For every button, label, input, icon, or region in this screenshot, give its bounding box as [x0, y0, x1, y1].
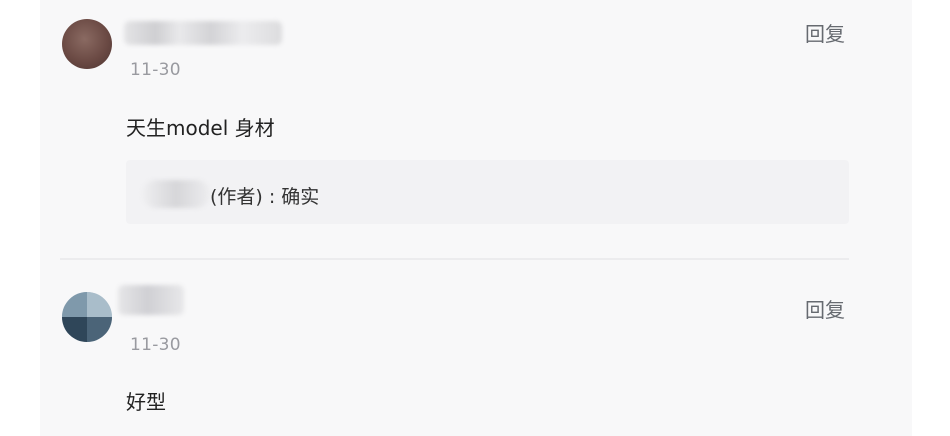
sub-reply-text: (作者) : 确实 [210, 186, 320, 208]
avatar[interactable] [62, 19, 112, 69]
avatar[interactable] [62, 292, 112, 342]
username-blurred[interactable] [118, 285, 184, 315]
username-blurred[interactable] [124, 21, 282, 45]
comment-date: 11-30 [130, 335, 181, 355]
comment-divider [60, 258, 849, 260]
sub-reply-username-blurred[interactable] [142, 180, 210, 208]
reply-button[interactable]: 回复 [805, 18, 845, 47]
reply-button[interactable]: 回复 [805, 294, 845, 323]
comment-content: 天生model 身材 [126, 116, 275, 140]
comment-content: 好型 [126, 390, 166, 414]
comment-date: 11-30 [130, 60, 181, 80]
